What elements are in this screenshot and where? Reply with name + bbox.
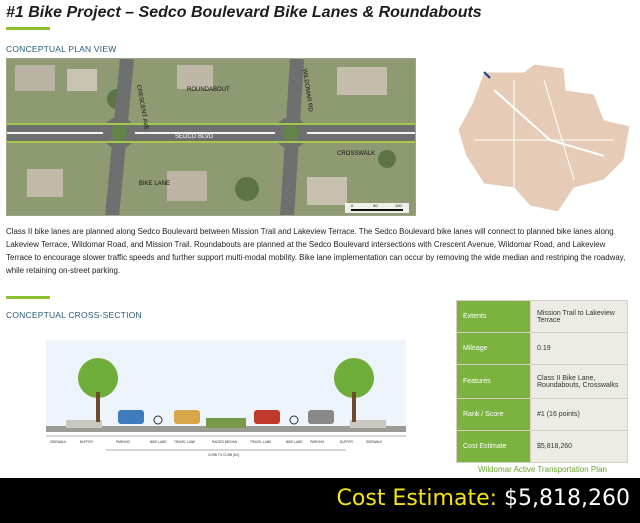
cross-section-diagram: SIDEWALK BUFFER PARKING BIKE LANE TRAVEL… [46,340,406,460]
table-value: #1 (16 points) [530,398,628,431]
scale-50: 50 [373,203,378,208]
plan-view-aerial: CRESCENT AVE ROUNDABOUT WILDOMAR RD SEDC… [6,58,416,216]
xsec-seg-6: TRAVEL LANE [250,440,271,444]
table-value: Mission Trail to Lakeview Terrace [530,300,628,333]
title-rule [6,27,50,30]
table-key: Extents [456,300,531,333]
table-key: Cost Estimate [456,430,531,463]
scale-100: 100 [395,203,402,208]
table-key: Rank / Score [456,398,531,431]
table-key: Mileage [456,332,531,365]
xsec-seg-2: PARKING [116,440,131,444]
label-crosswalk: CROSSWALK [337,151,375,157]
table-value: 0.19 [530,332,628,365]
label-roundabout: ROUNDABOUT [187,87,230,93]
xsec-seg-4: TRAVEL LANE [174,440,195,444]
table-row: Rank / Score #1 (16 points) [456,398,628,431]
xsec-seg-5: RAISED MEDIAN [212,440,238,444]
xsec-seg-1: BUFFER [80,440,93,444]
label-sedco: SEDCO BLVD [175,134,214,140]
section-rule [6,296,50,299]
xsec-seg-8: PARKING [310,440,325,444]
xsec-seg-9: BUFFER [340,440,353,444]
source-credit: Wildomar Active Transportation Plan [478,465,607,474]
cost-banner: Cost Estimate: $5,818,260 [0,478,640,523]
banner-label: Cost Estimate: [336,486,498,511]
table-row: Mileage 0.19 [456,332,628,365]
table-key: Features [456,364,531,399]
xsec-seg-3: BIKE LANE [150,440,166,444]
label-bike-lane: BIKE LANE [139,181,170,187]
xsec-seg-0: SIDEWALK [50,440,67,444]
project-summary-table: Extents Mission Trail to Lakeview Terrac… [456,300,628,463]
plan-view-heading: CONCEPTUAL PLAN VIEW [6,44,117,54]
xsec-seg-7: BIKE LANE [286,440,302,444]
table-row: Features Class II Bike Lane, Roundabouts… [456,364,628,399]
table-row: Extents Mission Trail to Lakeview Terrac… [456,300,628,333]
xsec-curb-label: CURB TO CURB (84') [208,453,239,457]
page-title: #1 Bike Project – Sedco Boulevard Bike L… [6,4,482,21]
cross-section-heading: CONCEPTUAL CROSS-SECTION [6,310,142,320]
table-value: $5,818,260 [530,430,628,463]
table-value: Class II Bike Lane, Roundabouts, Crosswa… [530,364,628,399]
banner-value: $5,818,260 [504,486,630,511]
xsec-seg-10: SIDEWALK [366,440,383,444]
city-locator-map [454,60,634,220]
banner-text: Cost Estimate: $5,818,260 [337,486,630,511]
project-description: Class II bike lanes are planned along Se… [6,227,626,275]
table-row: Cost Estimate $5,818,260 [456,430,628,463]
